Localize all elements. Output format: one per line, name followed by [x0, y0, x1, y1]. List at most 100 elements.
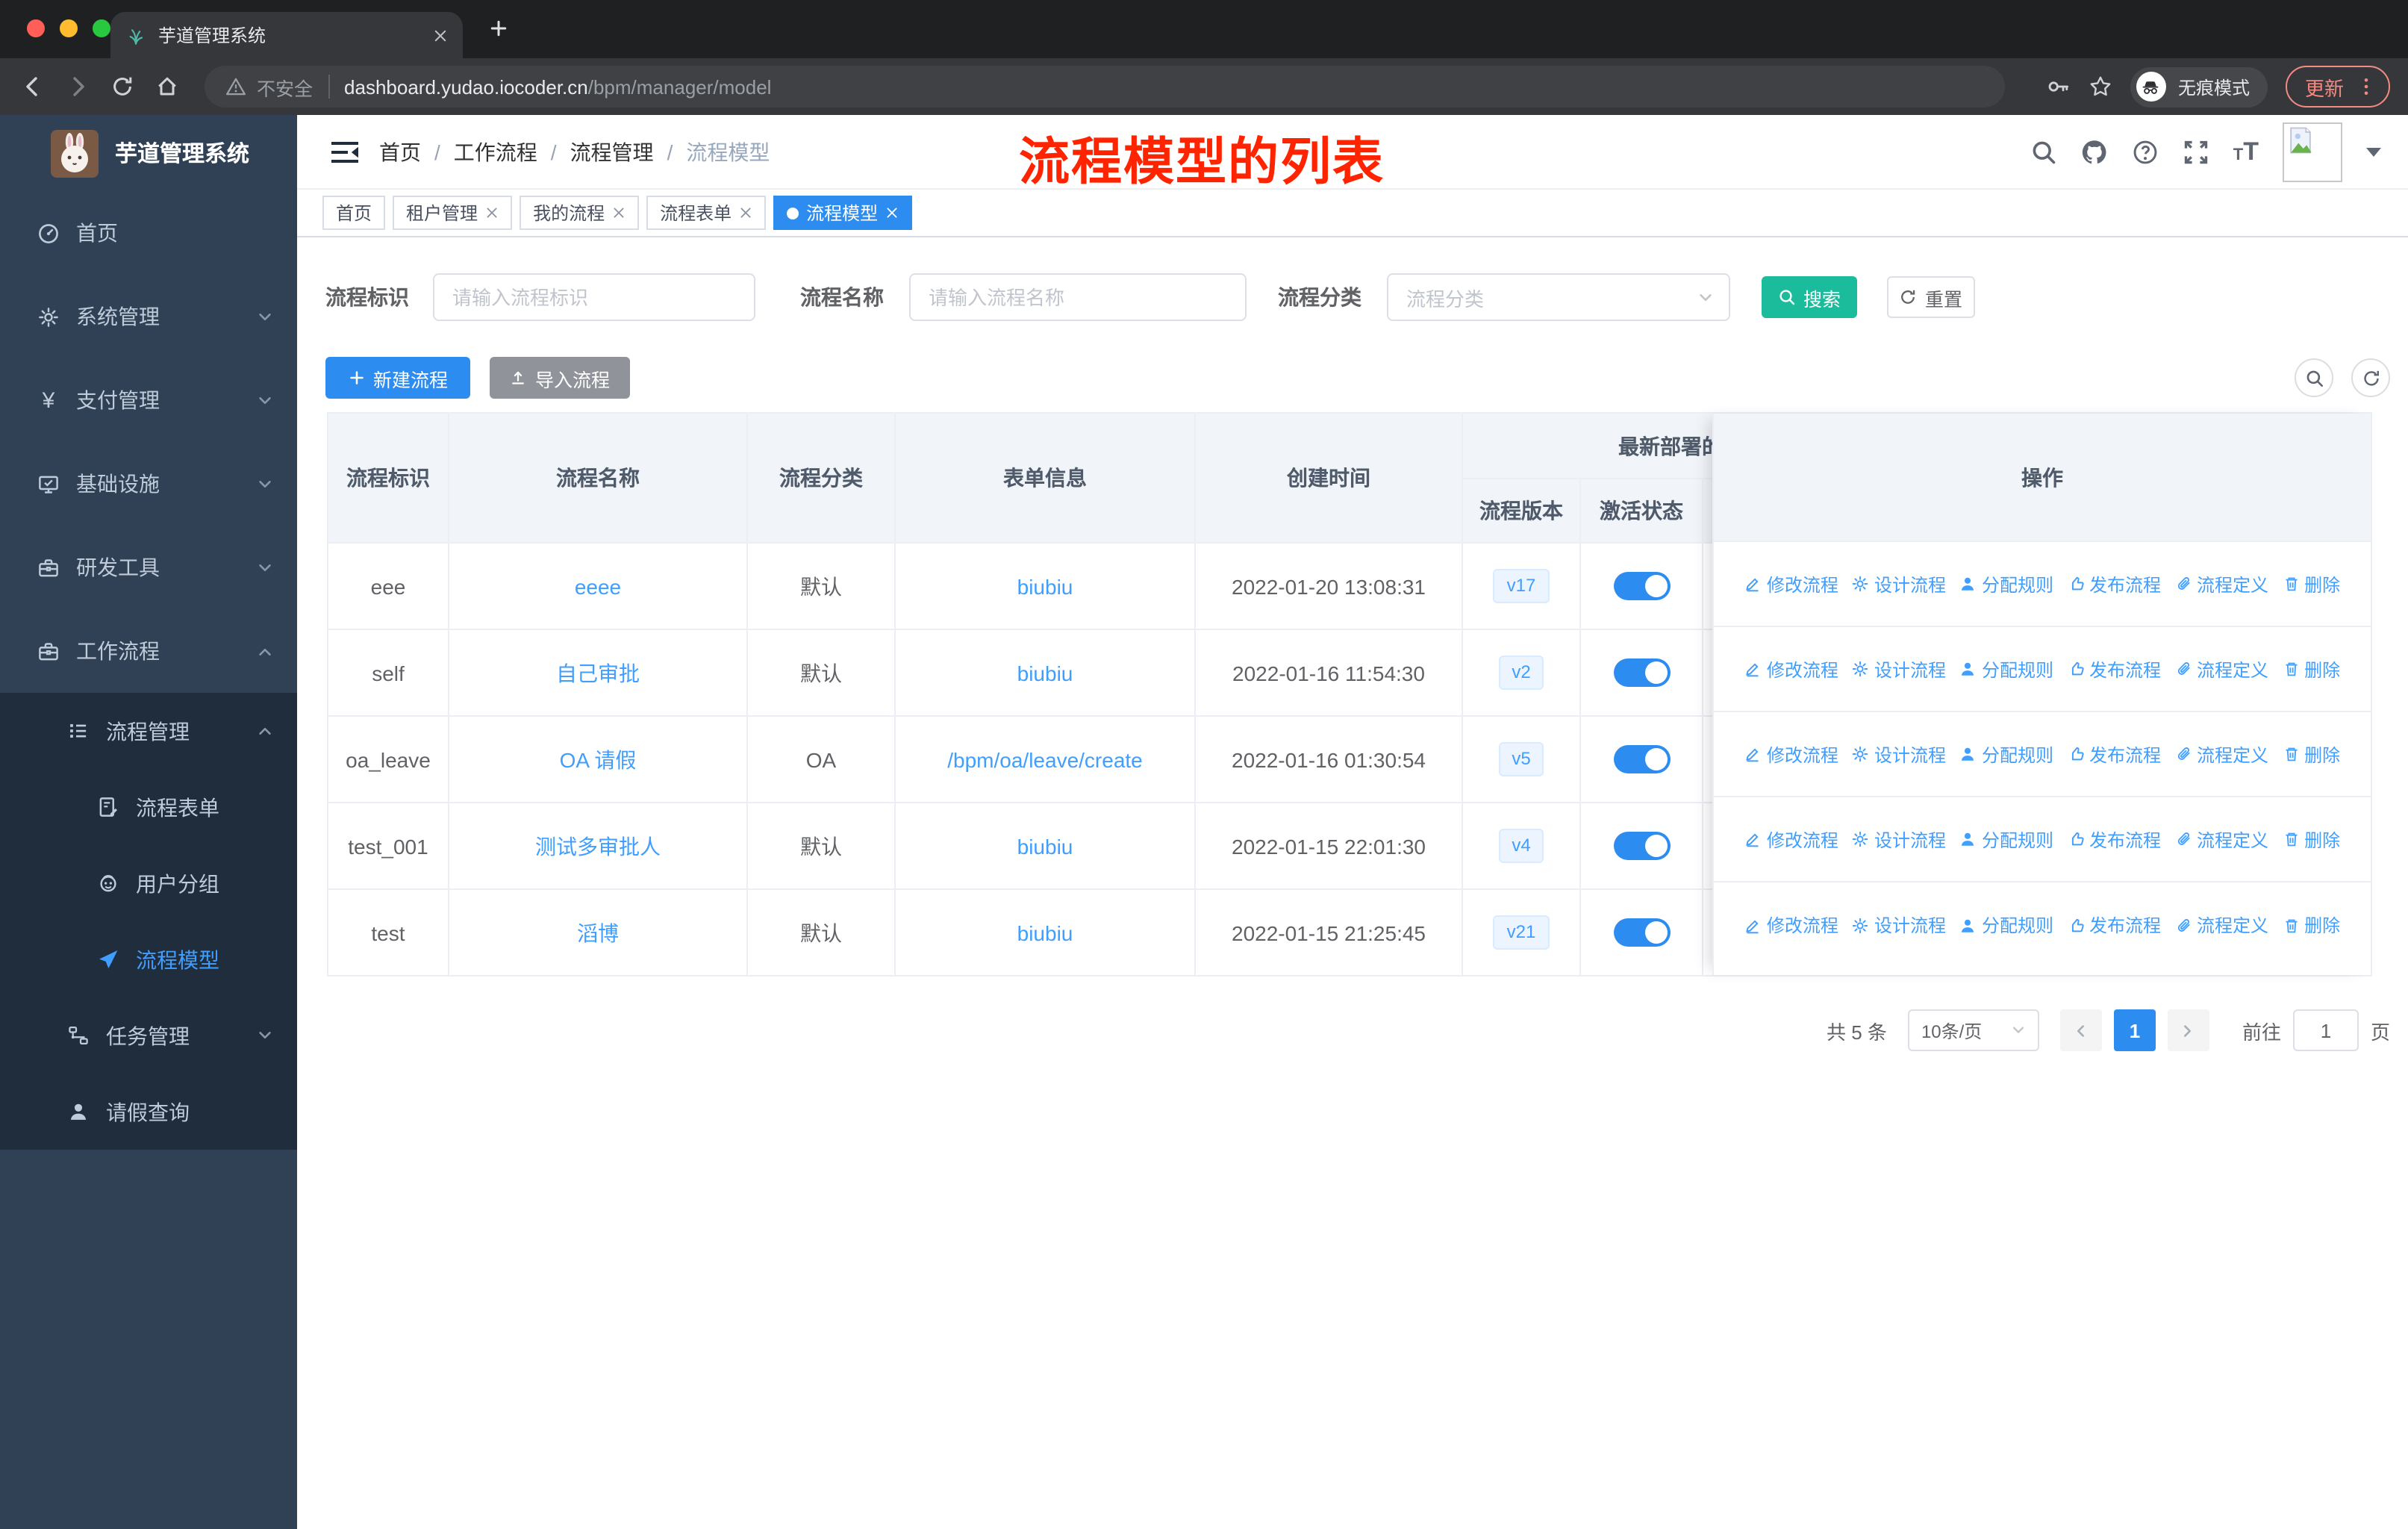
tag-close-icon[interactable]	[612, 206, 626, 219]
process-name-link[interactable]: OA 请假	[560, 744, 637, 774]
modify-process-link[interactable]: 修改流程	[1744, 826, 1838, 852]
import-process-button[interactable]: 导入流程	[490, 357, 630, 399]
breadcrumb-workflow[interactable]: 工作流程	[454, 137, 537, 167]
publish-process-link[interactable]: 发布流程	[2067, 741, 2161, 767]
modify-process-link[interactable]: 修改流程	[1744, 741, 1838, 767]
design-process-link[interactable]: 设计流程	[1852, 571, 1946, 597]
new-tab-button[interactable]	[488, 18, 509, 39]
design-process-link[interactable]: 设计流程	[1852, 826, 1946, 852]
design-process-link[interactable]: 设计流程	[1852, 656, 1946, 682]
active-toggle[interactable]	[1613, 745, 1670, 773]
process-name-link[interactable]: 滔博	[577, 918, 619, 947]
tag-close-icon[interactable]	[485, 206, 499, 219]
password-key-icon[interactable]	[2047, 75, 2071, 99]
process-name-link[interactable]: eeee	[575, 574, 621, 598]
github-icon[interactable]	[2081, 139, 2108, 166]
delete-link[interactable]: 删除	[2282, 571, 2340, 597]
sidebar-item-system[interactable]: 系统管理	[0, 275, 297, 358]
tab-close-icon[interactable]	[433, 28, 448, 43]
avatar[interactable]	[2283, 122, 2342, 182]
sidebar-item-user-group[interactable]: 用户分组	[0, 845, 297, 921]
process-definition-link[interactable]: 流程定义	[2174, 741, 2268, 767]
sidebar-item-infrastructure[interactable]: 基础设施	[0, 442, 297, 526]
design-process-link[interactable]: 设计流程	[1852, 912, 1946, 938]
sidebar-item-task-management[interactable]: 任务管理	[0, 997, 297, 1074]
publish-process-link[interactable]: 发布流程	[2067, 656, 2161, 682]
active-toggle[interactable]	[1613, 918, 1670, 947]
address-bar[interactable]: 不安全 dashboard.yudao.iocoder.cn/bpm/manag…	[205, 66, 2005, 108]
sidebar-item-payment[interactable]: ¥ 支付管理	[0, 358, 297, 442]
form-info-link[interactable]: biubiu	[1017, 661, 1073, 685]
assign-rule-link[interactable]: 分配规则	[1959, 912, 2053, 938]
form-info-link[interactable]: /bpm/oa/leave/create	[947, 747, 1143, 771]
modify-process-link[interactable]: 修改流程	[1744, 571, 1838, 597]
tag-close-icon[interactable]	[885, 206, 899, 219]
next-page-button[interactable]	[2167, 1009, 2209, 1051]
show-search-toggle-button[interactable]	[2295, 358, 2333, 397]
font-size-icon[interactable]: TT	[2233, 137, 2259, 167]
home-icon[interactable]	[155, 75, 179, 99]
assign-rule-link[interactable]: 分配规则	[1959, 571, 2053, 597]
process-definition-link[interactable]: 流程定义	[2174, 912, 2268, 938]
reset-button[interactable]: 重置	[1887, 276, 1975, 318]
sidebar-item-process-form[interactable]: 流程表单	[0, 769, 297, 845]
zoom-window-button[interactable]	[93, 19, 110, 37]
close-window-button[interactable]	[27, 19, 45, 37]
tag-close-icon[interactable]	[739, 206, 752, 219]
tag-tenant[interactable]: 租户管理	[393, 196, 513, 230]
create-process-button[interactable]: 新建流程	[325, 357, 470, 399]
tag-my-process[interactable]: 我的流程	[520, 196, 640, 230]
process-definition-link[interactable]: 流程定义	[2174, 656, 2268, 682]
process-key-input[interactable]	[433, 273, 755, 321]
page-size-select[interactable]: 10条/页	[1907, 1009, 2039, 1051]
process-definition-link[interactable]: 流程定义	[2174, 571, 2268, 597]
form-info-link[interactable]: biubiu	[1017, 574, 1073, 598]
browser-menu-icon[interactable]	[2356, 76, 2377, 97]
process-name-input[interactable]	[909, 273, 1247, 321]
active-toggle[interactable]	[1613, 832, 1670, 860]
category-select[interactable]: 流程分类	[1387, 273, 1730, 321]
assign-rule-link[interactable]: 分配规则	[1959, 826, 2053, 852]
tag-process-model[interactable]: 流程模型	[773, 196, 913, 230]
sidebar-item-process-model[interactable]: 流程模型	[0, 921, 297, 997]
active-toggle[interactable]	[1613, 572, 1670, 600]
sidebar-collapse-icon[interactable]	[331, 142, 358, 163]
sidebar-item-process-management[interactable]: 流程管理	[0, 693, 297, 769]
breadcrumb-process-management[interactable]: 流程管理	[570, 137, 654, 167]
browser-tab[interactable]: 芋道管理系统	[110, 12, 463, 58]
delete-link[interactable]: 删除	[2282, 656, 2340, 682]
process-name-link[interactable]: 自己审批	[556, 658, 640, 688]
bookmark-star-icon[interactable]	[2089, 75, 2112, 99]
sidebar-item-home[interactable]: 首页	[0, 191, 297, 275]
search-icon[interactable]	[2030, 139, 2057, 166]
modify-process-link[interactable]: 修改流程	[1744, 656, 1838, 682]
modify-process-link[interactable]: 修改流程	[1744, 912, 1838, 938]
delete-link[interactable]: 删除	[2282, 741, 2340, 767]
publish-process-link[interactable]: 发布流程	[2067, 826, 2161, 852]
sidebar-item-workflow[interactable]: 工作流程	[0, 609, 297, 693]
prev-page-button[interactable]	[2059, 1009, 2102, 1051]
active-toggle[interactable]	[1613, 658, 1670, 687]
form-info-link[interactable]: biubiu	[1017, 834, 1073, 858]
sidebar-item-leave-query[interactable]: 请假查询	[0, 1074, 297, 1150]
reload-icon[interactable]	[110, 75, 134, 99]
refresh-table-button[interactable]	[2351, 358, 2390, 397]
minimize-window-button[interactable]	[60, 19, 78, 37]
publish-process-link[interactable]: 发布流程	[2067, 912, 2161, 938]
back-icon[interactable]	[21, 75, 45, 99]
sidebar-item-devtools[interactable]: 研发工具	[0, 526, 297, 609]
avatar-caret-icon[interactable]	[2366, 148, 2381, 157]
tag-process-form[interactable]: 流程表单	[646, 196, 767, 230]
assign-rule-link[interactable]: 分配规则	[1959, 656, 2053, 682]
breadcrumb-home[interactable]: 首页	[379, 137, 421, 167]
help-icon[interactable]	[2132, 139, 2159, 166]
forward-icon[interactable]	[66, 75, 90, 99]
page-number-1[interactable]: 1	[2113, 1009, 2156, 1051]
chrome-update-button[interactable]: 更新	[2285, 66, 2390, 108]
tag-home[interactable]: 首页	[322, 196, 386, 230]
publish-process-link[interactable]: 发布流程	[2067, 571, 2161, 597]
form-info-link[interactable]: biubiu	[1017, 921, 1073, 944]
fullscreen-icon[interactable]	[2183, 139, 2209, 166]
delete-link[interactable]: 删除	[2282, 912, 2340, 938]
delete-link[interactable]: 删除	[2282, 826, 2340, 852]
